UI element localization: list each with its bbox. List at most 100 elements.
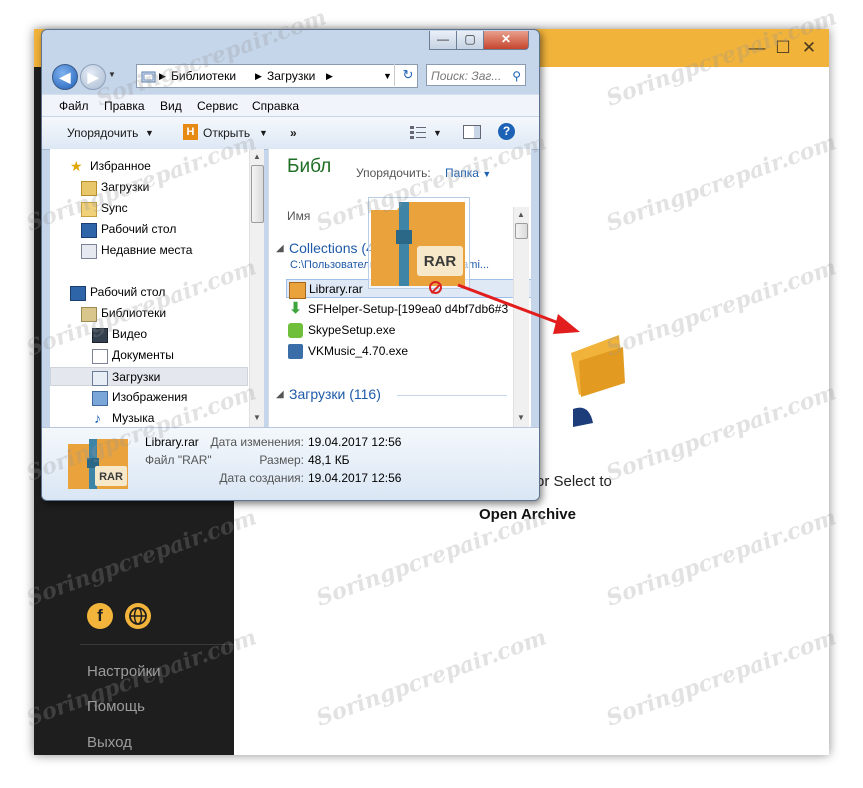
scroll-down-arrow[interactable]: ▼ <box>250 413 264 422</box>
menu-file[interactable]: Файл <box>59 99 89 113</box>
command-bar: Упорядочить ▼ H Открыть ▼ » ▼ ? <box>42 116 539 150</box>
rar-label: RAR <box>99 471 123 483</box>
rar-label: RAR <box>424 253 457 270</box>
nav-item-video[interactable]: Видео <box>50 325 248 344</box>
chevron-down-icon[interactable]: ▼ <box>433 128 442 138</box>
details-label-modified: Дата изменения: <box>210 435 305 449</box>
details-value-modified: 19.04.2017 12:56 <box>308 435 402 449</box>
nav-item-favorites[interactable]: ★ Избранное <box>50 157 248 176</box>
downloads-folder-icon <box>81 181 97 196</box>
no-drop-icon <box>429 281 442 294</box>
more-commands-button[interactable]: » <box>290 126 297 140</box>
file-row-sfhelper[interactable]: ⬇ SFHelper-Setup-[199ea0 d4bf7db6#3 <box>286 300 531 319</box>
chevron-right-icon: ▶ <box>159 71 166 81</box>
forward-button[interactable]: ▶ <box>80 64 106 90</box>
vkmusic-icon <box>288 344 303 359</box>
back-button[interactable]: ◀ <box>52 64 78 90</box>
sidebar-item-exit[interactable]: Выход <box>87 734 132 751</box>
menu-tools[interactable]: Сервис <box>197 99 238 113</box>
nav-item-sync[interactable]: Sync <box>50 199 248 218</box>
file-row-skypesetup[interactable]: SkypeSetup.exe <box>286 321 531 340</box>
scroll-up-arrow[interactable]: ▲ <box>250 152 264 161</box>
libraries-icon <box>141 69 157 83</box>
navigation-pane: ★ Избранное Загрузки Sync Рабочий стол Н… <box>50 149 264 427</box>
menu-help[interactable]: Справка <box>252 99 299 113</box>
address-bar[interactable]: ▶ Библиотеки ▶ Загрузки ▶ ▼ <box>136 64 418 88</box>
open-icon: H <box>183 124 198 140</box>
maximize-button[interactable]: ☐ <box>772 37 794 59</box>
archive-folder-icon <box>571 335 625 427</box>
organize-button[interactable]: Упорядочить <box>67 126 138 140</box>
view-options-icon[interactable] <box>410 125 428 142</box>
nav-scrollbar[interactable]: ▲ ▼ <box>249 149 264 427</box>
desktop-icon <box>81 223 97 238</box>
recent-places-icon <box>81 244 97 259</box>
open-button[interactable]: Открыть <box>203 126 250 140</box>
chevron-down-icon: ▼ <box>145 128 154 138</box>
scroll-thumb[interactable] <box>515 223 528 239</box>
rar-archive-icon: RAR <box>68 439 128 489</box>
content-scrollbar[interactable]: ▲ ▼ <box>513 207 529 427</box>
nav-item-documents[interactable]: Документы <box>50 346 248 365</box>
group-header-downloads[interactable]: Загрузки (116) <box>289 386 381 402</box>
facebook-icon[interactable]: f <box>87 603 113 629</box>
preview-pane-icon[interactable] <box>463 125 481 142</box>
search-icon[interactable]: ⚲ <box>512 65 521 87</box>
collapse-group-icon[interactable]: ◢ <box>276 243 284 254</box>
arrange-by-label: Упорядочить: <box>356 166 431 180</box>
details-value-size: 48,1 КБ <box>308 453 350 467</box>
help-icon[interactable]: ? <box>498 123 515 140</box>
pictures-icon <box>92 391 108 406</box>
search-input[interactable]: Поиск: Заг... ⚲ <box>426 64 526 86</box>
details-label-created: Дата создания: <box>219 471 304 485</box>
details-pane: RAR Library.rar Файл "RAR" Дата изменени… <box>42 427 539 500</box>
maximize-button[interactable]: ▢ <box>456 31 484 50</box>
group-header-collections[interactable]: Collections (4) <box>289 240 378 256</box>
breadcrumb-downloads[interactable]: Загрузки <box>267 65 315 87</box>
star-icon: ★ <box>70 158 83 174</box>
breadcrumb-libraries[interactable]: Библиотеки <box>171 65 236 87</box>
arrange-by-value: Папка <box>445 166 479 180</box>
minimize-button[interactable]: — <box>746 37 768 59</box>
file-row-vkmusic[interactable]: VKMusic_4.70.exe <box>286 342 531 361</box>
nav-item-libraries[interactable]: Библиотеки <box>50 304 248 323</box>
collapse-group-icon[interactable]: ◢ <box>276 389 284 400</box>
sidebar-item-help[interactable]: Помощь <box>87 698 145 715</box>
drag-ghost: RAR <box>368 197 470 289</box>
nav-item-music[interactable]: ♪ Музыка <box>50 409 248 427</box>
nav-item-desktop[interactable]: Рабочий стол <box>50 220 248 239</box>
address-dropdown[interactable]: ▼ <box>383 65 392 87</box>
arrange-by-dropdown[interactable]: Папка ▼ <box>445 166 491 180</box>
drop-hint-text: or Select to <box>536 473 612 490</box>
open-archive-link[interactable]: Open Archive <box>479 506 576 523</box>
sidebar-divider <box>80 644 234 645</box>
libraries-icon <box>81 307 97 322</box>
sidebar-item-settings[interactable]: Настройки <box>87 663 161 680</box>
close-button[interactable]: ✕ <box>483 31 529 50</box>
chevron-right-icon: ▶ <box>255 71 262 81</box>
scroll-thumb[interactable] <box>251 165 264 223</box>
desktop-icon <box>70 286 86 301</box>
minimize-button[interactable]: — <box>429 31 457 50</box>
nav-item-downloads[interactable]: Загрузки <box>50 178 248 197</box>
globe-icon[interactable] <box>125 603 151 629</box>
menu-edit[interactable]: Правка <box>104 99 145 113</box>
group-divider <box>397 395 507 396</box>
rar-drag-icon: RAR <box>371 202 465 286</box>
nav-item-desktop-root[interactable]: Рабочий стол <box>50 283 248 302</box>
close-button[interactable]: ✕ <box>798 37 820 59</box>
scroll-down-arrow[interactable]: ▼ <box>514 413 528 422</box>
nav-item-pictures[interactable]: Изображения <box>50 388 248 407</box>
nav-item-downloads-library[interactable]: Загрузки <box>50 367 248 386</box>
download-arrow-icon: ⬇ <box>289 300 302 317</box>
menu-view[interactable]: Вид <box>160 99 182 113</box>
column-header-name[interactable]: Имя <box>287 209 310 223</box>
chevron-down-icon: ▼ <box>259 128 268 138</box>
library-title: Библ <box>287 156 332 177</box>
refresh-button[interactable]: ↻ <box>394 64 421 86</box>
documents-icon <box>92 349 108 364</box>
scroll-up-arrow[interactable]: ▲ <box>514 210 528 219</box>
rar-icon <box>289 282 306 299</box>
recent-pages-dropdown[interactable]: ▼ <box>108 70 116 79</box>
nav-item-recent-places[interactable]: Недавние места <box>50 241 248 260</box>
